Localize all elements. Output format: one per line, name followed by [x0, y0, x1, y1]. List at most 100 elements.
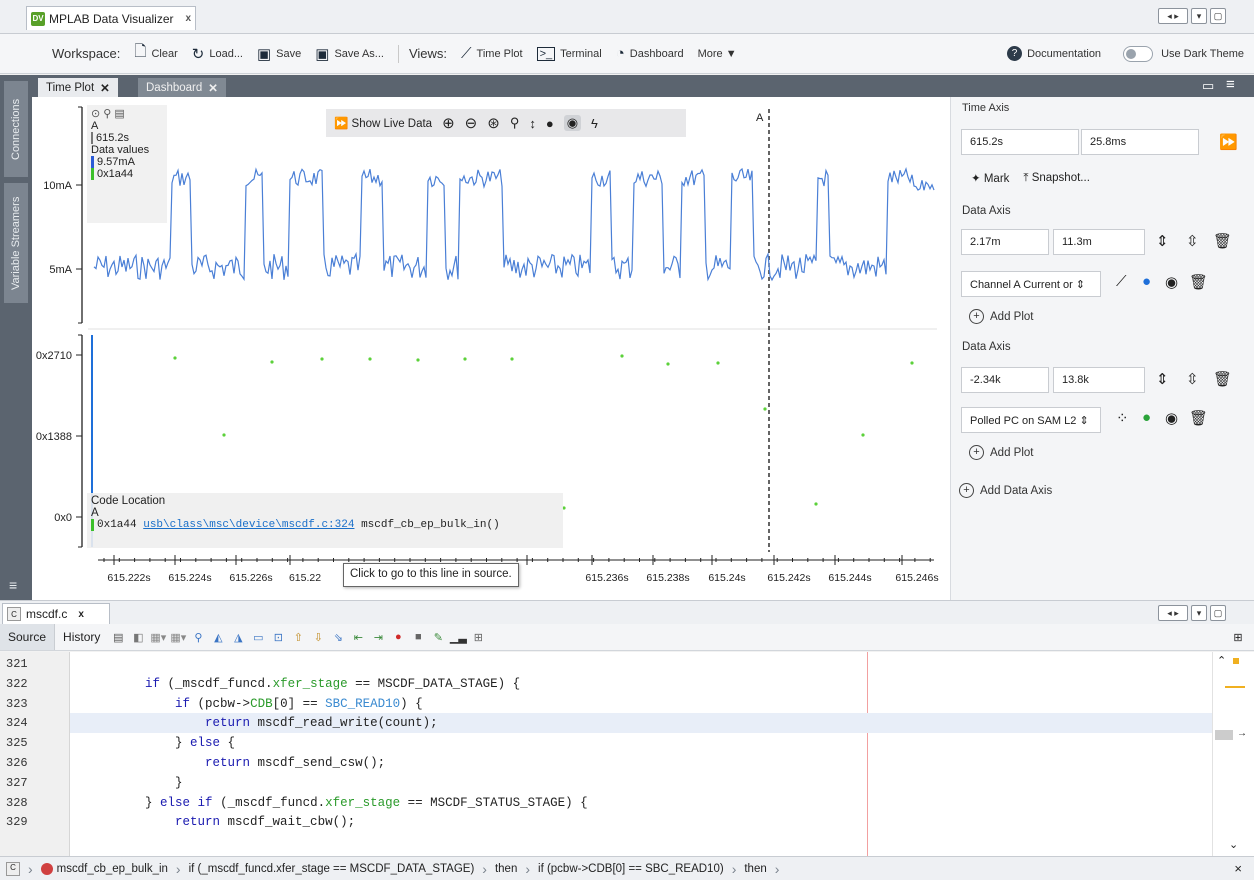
scroll-up-icon[interactable]: ⌃ [1217, 654, 1226, 667]
code-line[interactable]: if (pcbw->CDB[0] == SBC_READ10) { [70, 694, 1212, 714]
breadcrumb-item[interactable]: mscdf_cb_ep_bulk_in [35, 862, 174, 875]
eye-icon[interactable]: ◉ [563, 115, 582, 131]
code-editor[interactable]: if (_mscdf_funcd.xfer_stage == MSCDF_DAT… [70, 652, 1212, 856]
uncomment-icon[interactable]: ▁▃ [450, 629, 467, 645]
prev-bookmark-icon[interactable]: ⇧ [290, 629, 306, 645]
axis1-min-input[interactable]: 2.17m [961, 229, 1049, 255]
find-next-icon[interactable]: ◮ [230, 629, 246, 645]
trash-icon[interactable]: 🗑 [1189, 273, 1208, 291]
axis1-channel-select[interactable]: Channel A Current or ⇕ [961, 271, 1101, 297]
autoscale-icon[interactable]: ⇕ [1156, 232, 1169, 250]
lightning-icon[interactable]: ϟ [591, 116, 598, 131]
time-span-input[interactable]: 25.8ms [1081, 129, 1199, 155]
snapshot-button[interactable]: ⤒ Snapshot... [1023, 172, 1089, 185]
time-start-input[interactable]: 615.2s [961, 129, 1079, 155]
documentation-button[interactable]: ? Documentation [1007, 46, 1101, 61]
add-data-axis-button[interactable]: + Add Data Axis [959, 483, 1052, 498]
tab-dashboard[interactable]: Dashboard ✕ [138, 78, 226, 97]
save-button[interactable]: ▣ Save [257, 45, 301, 63]
code-line[interactable]: } else if (_mscdf_funcd.xfer_stage == MS… [70, 793, 1212, 813]
add-plot-button-1[interactable]: + Add Plot [969, 309, 1033, 324]
color-drop-icon[interactable]: ● [1142, 273, 1151, 290]
warning-marker[interactable] [1233, 658, 1239, 664]
zoom-out-icon[interactable]: ⊖ [465, 114, 478, 132]
more-menu[interactable]: More ▼ [698, 48, 737, 60]
code-line[interactable]: } else { [70, 733, 1212, 753]
next-bookmark-icon[interactable]: ⇩ [310, 629, 326, 645]
close-file-icon[interactable]: x [78, 609, 84, 620]
record-macro-icon[interactable]: ● [390, 629, 406, 645]
stepper-icon[interactable]: ⇳ [1186, 370, 1199, 388]
axis1-max-input[interactable]: 11.3m [1053, 229, 1145, 255]
zoom-in-icon[interactable]: ⊕ [442, 114, 455, 132]
mark-button[interactable]: ✦ Mark [971, 171, 1009, 185]
line-style-icon[interactable]: ⟋ [1116, 273, 1127, 290]
live-data-button[interactable]: ⏩ Show Live Data [334, 116, 432, 130]
file-nav-icon[interactable]: C [0, 861, 26, 876]
back-dropdown-icon[interactable]: ▦▾ [150, 629, 166, 645]
color-drop-icon[interactable]: ● [1142, 409, 1151, 426]
maximize-icon[interactable]: ▢ [1210, 8, 1226, 24]
breadcrumb-item[interactable]: if (_mscdf_funcd.xfer_stage == MSCDF_DAT… [183, 863, 481, 875]
maximize-icon[interactable]: ▢ [1210, 605, 1226, 621]
clear-button[interactable]: 🗋 Clear [134, 41, 177, 66]
toggle-bookmark-icon[interactable]: ⇘ [330, 629, 346, 645]
axis2-channel-select[interactable]: Polled PC on SAM L2 ⇕ [961, 407, 1101, 433]
shift-left-icon[interactable]: ⇤ [350, 629, 366, 645]
app-tab[interactable]: DV MPLAB Data Visualizer x [26, 6, 196, 30]
fast-forward-icon[interactable]: ⏩ [1219, 133, 1238, 151]
breadcrumb-item[interactable]: if (pcbw->CDB[0] == SBC_READ10) [532, 863, 730, 875]
dark-theme-toggle[interactable] [1123, 45, 1154, 62]
axis2-min-input[interactable]: -2.34k [961, 367, 1049, 393]
code-line[interactable]: if (_mscdf_funcd.xfer_stage == MSCDF_DAT… [70, 674, 1212, 694]
time-plot-area[interactable]: 10mA 5mA 0x2710 0x1388 0x0 615.222s 615.224s 61… [32, 97, 950, 600]
scroll-down-icon[interactable]: ⌄ [1229, 838, 1238, 851]
close-dashboard-icon[interactable]: ✕ [208, 81, 218, 95]
close-time-plot-icon[interactable]: ✕ [100, 81, 110, 95]
source-file-link[interactable]: usb\class\msc\device\mscdf.c:324 [143, 519, 354, 531]
history-tab[interactable]: History [55, 624, 108, 650]
trash-icon[interactable]: 🗑 [1213, 232, 1232, 250]
tab-time-plot[interactable]: Time Plot ✕ [38, 78, 118, 97]
menu-icon[interactable]: ≡ [9, 577, 17, 593]
back-icon[interactable]: ◧ [130, 629, 146, 645]
split-editor-icon[interactable]: ⊞ [1230, 629, 1246, 645]
tab-list-icon[interactable]: ▾ [1191, 8, 1207, 24]
code-line[interactable]: return mscdf_wait_cbw(); [70, 812, 1212, 832]
stop-macro-icon[interactable]: ■ [410, 629, 426, 645]
visibility-icon[interactable]: ◉ [1165, 409, 1178, 427]
time-plot-button[interactable]: ⟋ Time Plot [461, 45, 523, 62]
tab-scroll-icon[interactable]: ◂ ▸ [1158, 605, 1188, 621]
source-tab[interactable]: Source [0, 624, 56, 650]
trash-icon[interactable]: 🗑 [1189, 409, 1208, 427]
toggle-rect-icon[interactable]: ⊡ [270, 629, 286, 645]
panel-maximize-icon[interactable]: ▭ [1202, 78, 1214, 94]
connections-tab[interactable]: Connections [4, 81, 28, 177]
close-tab-icon[interactable]: x [186, 13, 192, 24]
visibility-icon[interactable]: ◉ [1165, 273, 1178, 291]
pin-icon[interactable]: ⚲ [510, 115, 520, 131]
code-line[interactable]: return mscdf_send_csw(); [70, 753, 1212, 773]
terminal-button[interactable]: >_ Terminal [536, 46, 602, 61]
vertical-scale-icon[interactable]: ↕ [529, 116, 536, 131]
stepper-icon[interactable]: ⇳ [1186, 232, 1199, 250]
axis2-max-input[interactable]: 13.8k [1053, 367, 1145, 393]
code-line[interactable]: return mscdf_read_write(count); [70, 713, 1212, 734]
zoom-fit-icon[interactable]: ⊛ [487, 114, 500, 132]
point-icon[interactable]: ● [546, 116, 554, 131]
add-plot-button-2[interactable]: + Add Plot [969, 445, 1033, 460]
editor-file-tab[interactable]: C mscdf.c x [2, 603, 110, 624]
tab-list-icon[interactable]: ▾ [1191, 605, 1207, 621]
trash-icon[interactable]: 🗑 [1213, 370, 1232, 388]
save-as-button[interactable]: ▣ Save As... [315, 45, 384, 63]
breadcrumb-item[interactable]: then [738, 863, 772, 875]
autoscale-icon[interactable]: ⇕ [1156, 370, 1169, 388]
variable-streamers-tab[interactable]: Variable Streamers [4, 183, 28, 303]
code-line[interactable] [70, 654, 1212, 674]
scatter-style-icon[interactable]: ⁘ [1116, 409, 1129, 427]
find-icon[interactable]: ⚲ [190, 629, 206, 645]
last-edit-icon[interactable]: ▤ [110, 629, 126, 645]
comment-icon[interactable]: ✎ [430, 629, 446, 645]
code-line[interactable]: } [70, 773, 1212, 793]
tab-scroll-icon[interactable]: ◂ ▸ [1158, 8, 1188, 24]
